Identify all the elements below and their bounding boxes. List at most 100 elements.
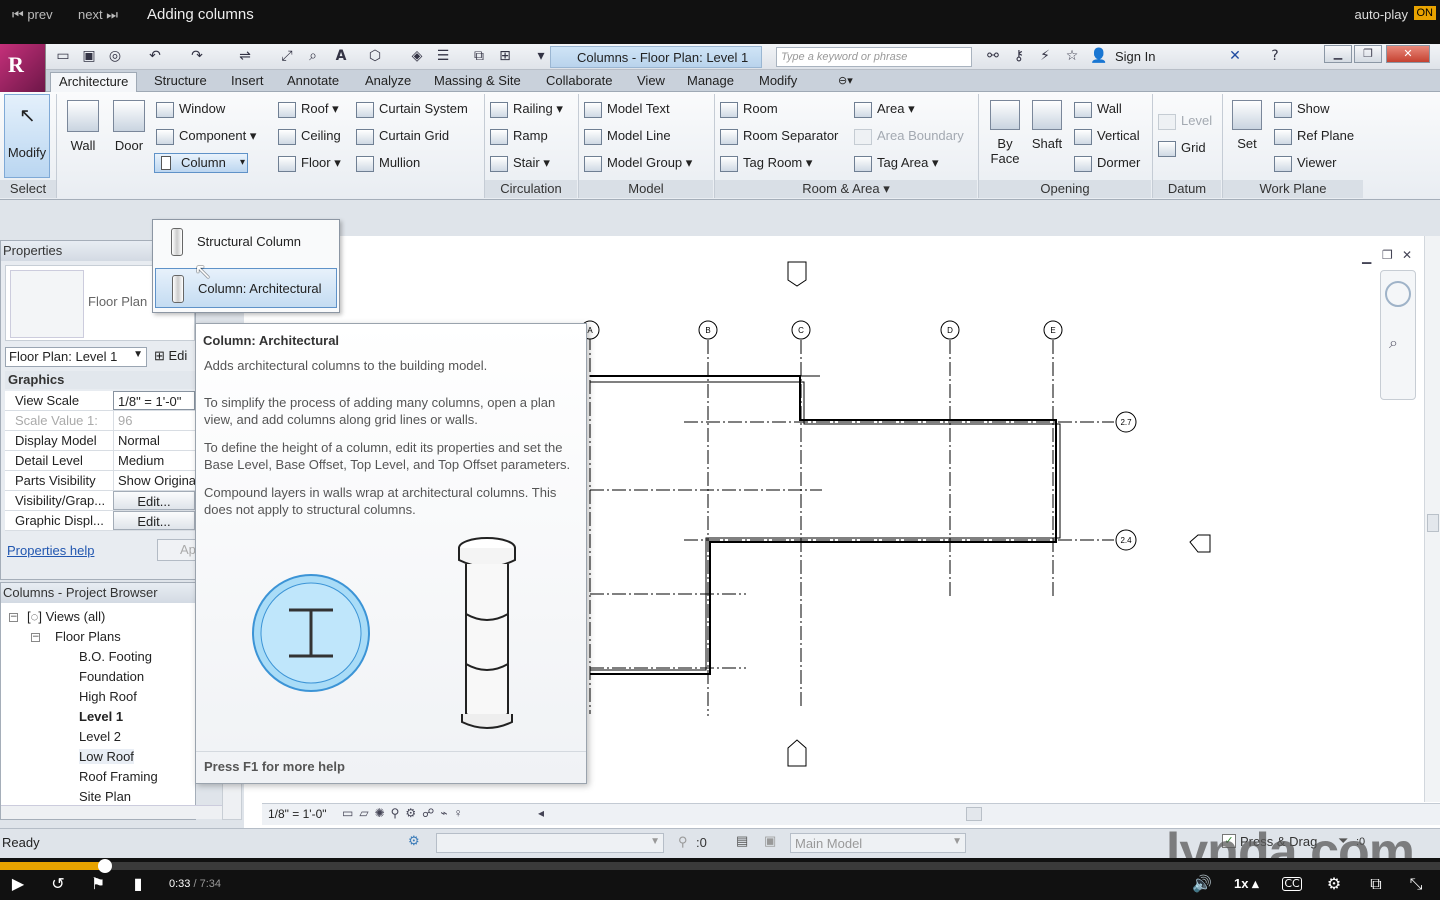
customize-qat-icon[interactable]: ▾ [532, 48, 550, 64]
section-icon[interactable]: ◈ [408, 48, 426, 64]
stair-button[interactable]: Stair ▾ [490, 152, 550, 174]
fullscreen-icon[interactable]: ⤡ [1406, 875, 1426, 893]
area-boundary-button[interactable]: Area Boundary [854, 125, 964, 147]
rewind-10-icon[interactable]: ↺ [48, 875, 68, 893]
tag-room-button[interactable]: Tag Room ▾ [720, 152, 812, 174]
property-value[interactable]: Medium [113, 451, 195, 470]
restore-button[interactable]: ❐ [1354, 45, 1382, 63]
model-text-button[interactable]: Model Text [584, 98, 670, 120]
tab-manage[interactable]: Manage [679, 72, 742, 92]
undo-icon[interactable]: ↶ [146, 48, 164, 64]
model-line-button[interactable]: Model Line [584, 125, 671, 147]
view-restore-icon[interactable]: ❐ [1382, 248, 1393, 262]
speed-button[interactable]: 1x ▴ [1234, 876, 1259, 892]
room-button[interactable]: Room [720, 98, 778, 120]
sign-in-button[interactable]: Sign In [1115, 49, 1155, 64]
measure-icon[interactable]: ⇌ [236, 48, 254, 64]
window-button[interactable]: Window [156, 98, 225, 120]
vertical-scroll-thumb[interactable] [1427, 514, 1439, 532]
property-row[interactable]: Detail Level Medium [5, 451, 195, 471]
area-button[interactable]: Area ▾ [854, 98, 915, 120]
volume-icon[interactable]: 🔊 [1192, 875, 1212, 893]
minimize-button[interactable]: ▁ [1324, 45, 1352, 63]
grid-button[interactable]: Grid [1158, 137, 1206, 159]
open-icon[interactable]: ▭ [54, 48, 72, 64]
user-icon[interactable]: 👤 [1090, 48, 1108, 64]
progress-bar[interactable] [0, 859, 1440, 873]
model-group-button[interactable]: Model Group ▾ [584, 152, 692, 174]
property-row[interactable]: Parts Visibility Show Origina [5, 471, 195, 491]
switch-windows-icon[interactable]: ⊞ [496, 48, 514, 64]
prev-button[interactable]: ⏮ prev [12, 7, 53, 23]
room-separator-button[interactable]: Room Separator [720, 125, 838, 147]
workset-select[interactable]: ▼ [436, 833, 664, 853]
property-row[interactable]: Visibility/Grap... Edit... [5, 491, 195, 511]
tab-structure[interactable]: Structure [146, 72, 215, 92]
curtain-grid-button[interactable]: Curtain Grid [356, 125, 449, 147]
tab-insert[interactable]: Insert [223, 72, 272, 92]
tag-icon[interactable]: ⌕ [304, 48, 322, 64]
tree-item-high-roof[interactable]: High Roof [79, 689, 137, 704]
3d-view-icon[interactable]: ⬡ [366, 48, 384, 64]
captions-icon[interactable]: CC [1282, 877, 1302, 891]
tab-collaborate[interactable]: Collaborate [538, 72, 621, 92]
modify-button[interactable]: ↖ Modify [4, 94, 50, 178]
property-value[interactable]: Normal [113, 431, 195, 450]
tree-item-level-1[interactable]: Level 1 [79, 709, 123, 724]
tree-item-site-plan[interactable]: Site Plan [79, 789, 131, 804]
ref-plane-button[interactable]: Ref Plane [1274, 125, 1354, 147]
play-icon[interactable]: ▶ [8, 875, 28, 893]
dormer-button[interactable]: Dormer [1074, 152, 1140, 174]
menu-item-column-architectural[interactable]: Column: Architectural [155, 268, 337, 308]
instance-selector[interactable]: Floor Plan: Level 1 ▼ [5, 347, 147, 367]
tree-item-low-roof[interactable]: Low Roof [79, 749, 134, 764]
elevation-marker-south-icon[interactable] [787, 739, 807, 767]
tree-floor-plans[interactable]: Floor Plans [55, 629, 121, 644]
show-work-plane-button[interactable]: Show [1274, 98, 1330, 120]
dimension-icon[interactable]: ⤢ [278, 48, 296, 64]
door-button[interactable]: Door [106, 98, 152, 153]
view-control-icons[interactable]: ▭▱✺⚲⚙☍⌁♀ [342, 806, 469, 820]
steering-wheel-icon[interactable] [1385, 281, 1411, 307]
settings-gear-icon[interactable]: ⚙ [1324, 875, 1344, 893]
edit-graphic-display-button[interactable]: Edit... [113, 511, 195, 530]
component-button[interactable]: Component ▾ [156, 125, 256, 147]
railing-button[interactable]: Railing ▾ [490, 98, 563, 120]
edit-type-button[interactable]: ⊞ Edi [151, 347, 197, 367]
graphics-group-header[interactable]: Graphics [5, 371, 195, 389]
next-button[interactable]: next ⏭ [78, 7, 118, 23]
column-button[interactable]: Column ▾ [154, 153, 248, 173]
column-dropdown-arrow-icon[interactable]: ▾ [240, 154, 245, 172]
tree-item-bo-footing[interactable]: B.O. Footing [79, 649, 152, 664]
roof-button[interactable]: Roof ▾ [278, 98, 339, 120]
wall-opening-button[interactable]: Wall [1074, 98, 1122, 120]
progress-knob[interactable] [97, 859, 112, 873]
property-value[interactable]: Show Origina [113, 471, 195, 490]
bookmark-add-icon[interactable]: ⚑ [88, 875, 108, 893]
favorites-icon[interactable]: ☆ [1063, 48, 1081, 64]
ramp-button[interactable]: Ramp [490, 125, 548, 147]
panel-room-area-title[interactable]: Room & Area ▾ [715, 180, 977, 198]
property-value[interactable]: 1/8" = 1'-0" [113, 391, 195, 410]
view-close-icon[interactable]: ✕ [1402, 248, 1412, 262]
thin-lines-icon[interactable]: ☰ [434, 48, 452, 64]
tab-architecture[interactable]: Architecture [50, 72, 138, 92]
collapse-icon[interactable]: − [31, 633, 40, 642]
binoculars-icon[interactable]: ⚯ [984, 48, 1002, 64]
design-option-select[interactable]: Main Model ▼ [790, 833, 966, 853]
save-icon[interactable]: ▣ [80, 48, 98, 64]
tree-item-level-2[interactable]: Level 2 [79, 729, 121, 744]
mullion-button[interactable]: Mullion [356, 152, 420, 174]
tree-item-roof-framing[interactable]: Roof Framing [79, 769, 158, 784]
ceiling-button[interactable]: Ceiling [278, 125, 341, 147]
view-minimize-icon[interactable]: ▁ [1362, 250, 1371, 264]
property-row[interactable]: Display Model Normal [5, 431, 195, 451]
main-model-icon[interactable]: ▣ [764, 833, 776, 849]
tree-item-foundation[interactable]: Foundation [79, 669, 144, 684]
exchange-apps-icon[interactable]: ✕ [1226, 48, 1244, 64]
curtain-system-button[interactable]: Curtain System [356, 98, 468, 120]
tab-analyze[interactable]: Analyze [357, 72, 419, 92]
communication-center-icon[interactable]: ⚡ [1036, 48, 1054, 64]
level-button[interactable]: Level [1158, 110, 1212, 132]
tab-massing-site[interactable]: Massing & Site [426, 72, 529, 92]
